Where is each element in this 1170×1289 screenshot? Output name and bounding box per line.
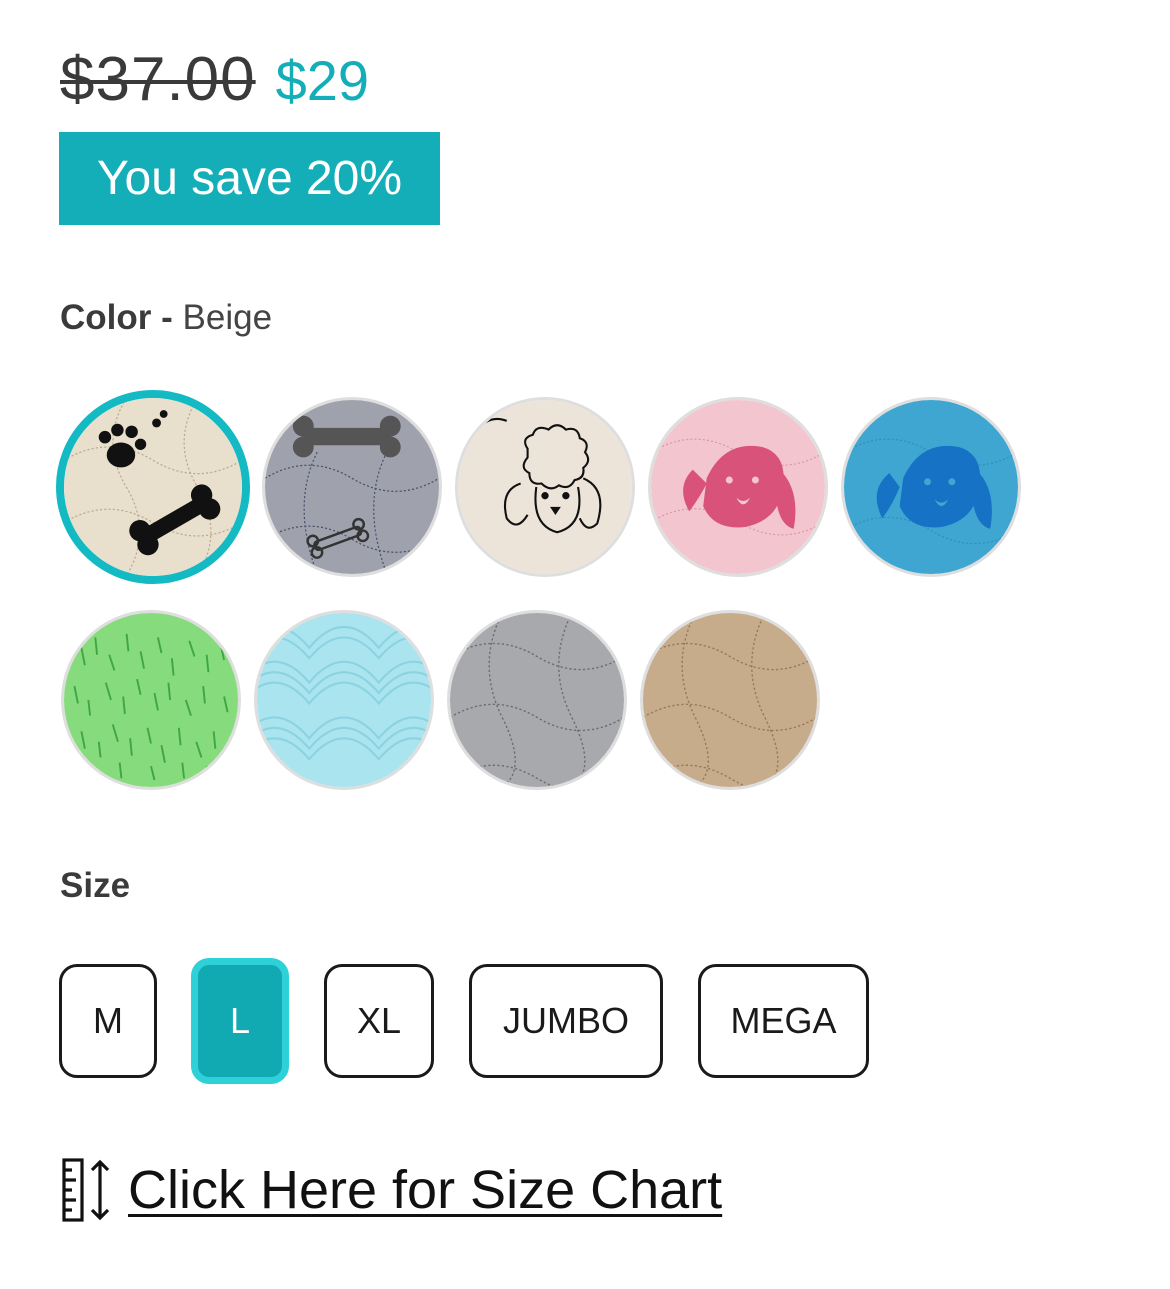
swatch-tan-quilted[interactable] — [640, 610, 820, 790]
paw-bone-pattern-icon — [64, 398, 242, 576]
swatch-blue-dog[interactable] — [841, 397, 1021, 577]
swatch-cream-poodle[interactable] — [455, 397, 635, 577]
size-chart-link-text[interactable]: Click Here for Size Chart — [128, 1159, 722, 1221]
swatch-pink-dog[interactable] — [648, 397, 828, 577]
bone-pattern-icon — [265, 400, 439, 574]
sale-price: $29 — [275, 49, 370, 112]
quilted-pattern-icon — [643, 613, 817, 787]
dog-face-pattern-icon — [844, 400, 1018, 574]
ruler-height-icon — [62, 1158, 110, 1222]
size-option-xl[interactable]: XL — [324, 964, 434, 1078]
size-option-mega[interactable]: MEGA — [698, 964, 869, 1078]
selected-color-name: Beige — [182, 298, 273, 337]
original-price: $37.00 — [60, 45, 256, 114]
size-option-m[interactable]: M — [59, 964, 157, 1078]
quilted-pattern-icon — [450, 613, 624, 787]
dog-face-pattern-icon — [651, 400, 825, 574]
savings-badge: You save 20% — [59, 132, 440, 225]
size-option-jumbo[interactable]: JUMBO — [469, 964, 663, 1078]
grass-pattern-icon — [64, 613, 238, 787]
swatch-gray-bones[interactable] — [262, 397, 442, 577]
swatch-light-blue-waves[interactable] — [254, 610, 434, 790]
poodle-pattern-icon — [458, 400, 632, 574]
wave-pattern-icon — [257, 613, 431, 787]
size-label: Size — [60, 866, 131, 905]
swatch-green-grass[interactable] — [61, 610, 241, 790]
color-label: Color - Beige — [60, 298, 273, 337]
swatch-beige-paws-bones[interactable] — [56, 390, 250, 584]
size-option-l[interactable]: L — [191, 958, 289, 1084]
swatch-gray-quilted[interactable] — [447, 610, 627, 790]
size-chart-link[interactable]: Click Here for Size Chart — [62, 1158, 722, 1222]
price-row: $37.00 $29 — [60, 44, 369, 115]
